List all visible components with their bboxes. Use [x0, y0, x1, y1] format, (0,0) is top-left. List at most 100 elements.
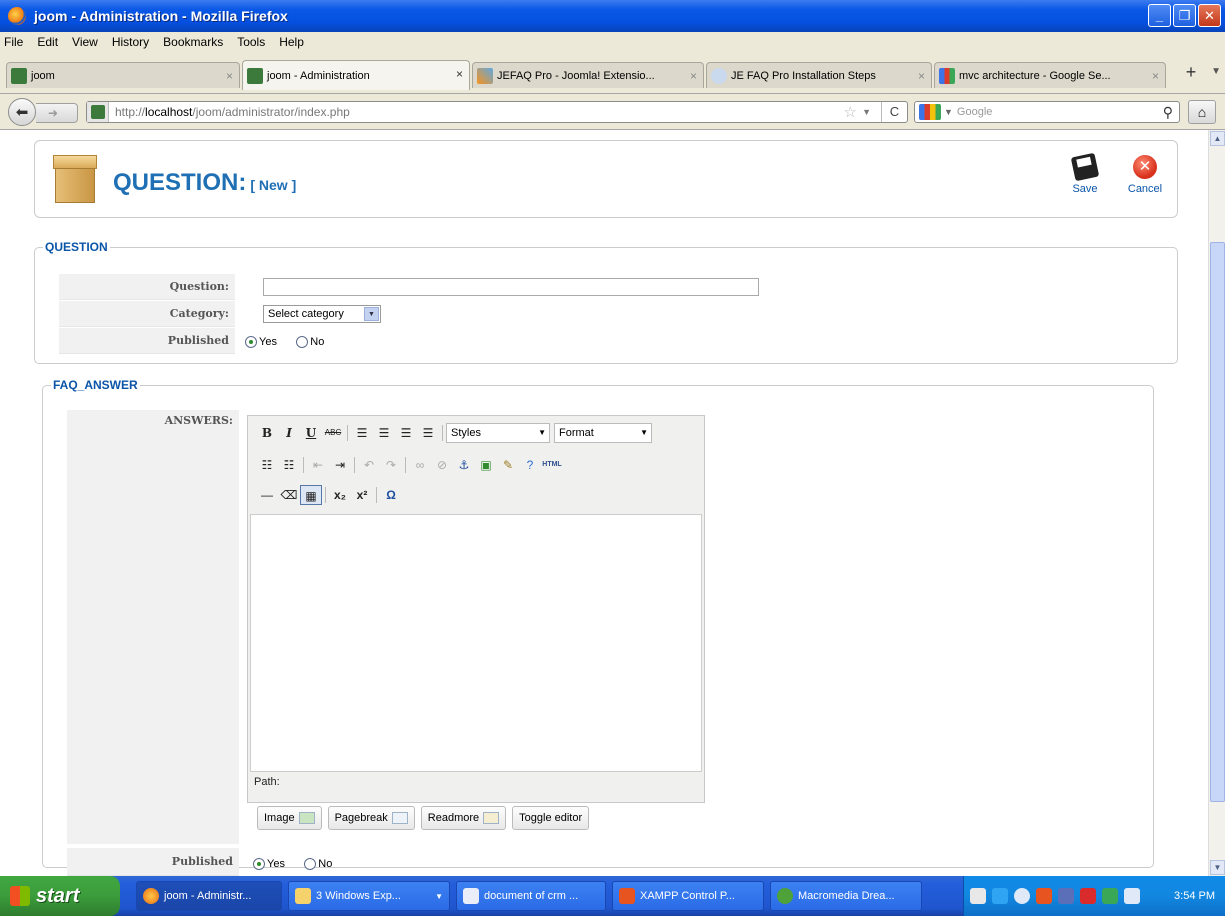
task-windows-explorer[interactable]: 3 Windows Exp... ▼	[288, 881, 450, 911]
link-icon[interactable]: ∞	[409, 455, 431, 475]
search-icon[interactable]: ⚲	[1163, 104, 1173, 121]
styles-select[interactable]: Styles ▼	[446, 423, 550, 443]
image-button[interactable]: Image	[257, 806, 322, 830]
tab-close-icon[interactable]: ×	[918, 69, 925, 83]
menu-history[interactable]: History	[112, 35, 149, 49]
category-select[interactable]: Select category ▼	[263, 305, 381, 323]
scroll-down-icon[interactable]: ▼	[1210, 860, 1225, 875]
app-tray-icon[interactable]	[1102, 888, 1118, 904]
search-tray-icon[interactable]	[1080, 888, 1096, 904]
undo-icon[interactable]: ↶	[358, 455, 380, 475]
reload-button[interactable]: C	[881, 102, 907, 122]
monitor-tray-icon[interactable]	[1058, 888, 1074, 904]
task-xampp[interactable]: XAMPP Control P...	[612, 881, 764, 911]
search-bar[interactable]: ▼ Google ⚲	[914, 101, 1180, 123]
special-character-icon[interactable]: Ω	[380, 485, 402, 505]
tab-list-icon[interactable]: ▼	[1211, 66, 1221, 77]
menu-file[interactable]: File	[4, 35, 23, 49]
tab-je-faq-installation[interactable]: JE FAQ Pro Installation Steps ×	[706, 62, 932, 88]
minimize-button[interactable]: _	[1148, 4, 1171, 27]
answer-published-no-radio[interactable]	[304, 857, 317, 870]
maximize-button[interactable]: ❐	[1173, 4, 1196, 27]
tab-joom[interactable]: joom ×	[6, 62, 240, 88]
tab-mvc-google[interactable]: mvc architecture - Google Se... ×	[934, 62, 1166, 88]
editor-content-area[interactable]	[250, 514, 702, 772]
pagebreak-button[interactable]: Pagebreak	[327, 806, 415, 830]
task-label: XAMPP Control P...	[640, 890, 735, 902]
align-center-icon[interactable]: ☰	[373, 423, 395, 443]
search-input[interactable]: Google	[957, 106, 992, 118]
bold-button[interactable]: B	[256, 423, 278, 443]
format-select[interactable]: Format ▼	[554, 423, 652, 443]
menu-bookmarks[interactable]: Bookmarks	[163, 35, 223, 49]
redo-icon[interactable]: ↷	[380, 455, 402, 475]
tab-close-icon[interactable]: ×	[456, 67, 463, 81]
underline-button[interactable]: U	[300, 423, 322, 443]
forward-button[interactable]: ➜	[36, 103, 78, 123]
tab-joom-administration[interactable]: joom - Administration ×	[242, 60, 470, 90]
align-right-icon[interactable]: ☰	[395, 423, 417, 443]
help-icon[interactable]: ?	[519, 455, 541, 475]
url-text[interactable]: http://localhost/joom/administrator/inde…	[115, 105, 350, 119]
network-tray-icon[interactable]	[992, 888, 1008, 904]
anchor-icon[interactable]: ⚓	[453, 455, 475, 475]
search-engine-dropdown-icon[interactable]: ▼	[944, 107, 953, 117]
new-tab-button[interactable]: +	[1179, 62, 1203, 88]
menu-tools[interactable]: Tools	[237, 35, 265, 49]
category-label: Category:	[59, 301, 235, 327]
save-button[interactable]: Save	[1065, 152, 1105, 195]
cleanup-icon[interactable]: ✎	[497, 455, 519, 475]
help-tray-icon[interactable]	[970, 888, 986, 904]
tab-close-icon[interactable]: ×	[1152, 69, 1159, 83]
bullet-list-icon[interactable]: ☷	[256, 455, 278, 475]
close-window-button[interactable]: ✕	[1198, 4, 1221, 27]
task-macromedia[interactable]: Macromedia Drea...	[770, 881, 922, 911]
url-history-dropdown-icon[interactable]: ▼	[862, 107, 871, 117]
vertical-scrollbar[interactable]: ▲ ▼	[1208, 130, 1225, 876]
indent-icon[interactable]: ⇥	[329, 455, 351, 475]
menu-help[interactable]: Help	[279, 35, 304, 49]
tab-close-icon[interactable]: ×	[226, 69, 233, 83]
subscript-icon[interactable]: x₂	[329, 485, 351, 505]
numbered-list-icon[interactable]: ☷	[278, 455, 300, 475]
home-button[interactable]: ⌂	[1188, 100, 1216, 124]
volume-tray-icon[interactable]	[1124, 888, 1140, 904]
insert-image-icon[interactable]: ▣	[475, 455, 497, 475]
scroll-up-icon[interactable]: ▲	[1210, 131, 1225, 146]
outdent-icon[interactable]: ⇤	[307, 455, 329, 475]
bookmark-star-icon[interactable]: ☆	[844, 103, 857, 121]
horizontal-rule-icon[interactable]: —	[256, 485, 278, 505]
align-left-icon[interactable]: ☰	[351, 423, 373, 443]
tab-close-icon[interactable]: ×	[690, 69, 697, 83]
tab-jefaq-pro[interactable]: JEFAQ Pro - Joomla! Extensio... ×	[472, 62, 704, 88]
remove-format-icon[interactable]: ⌫	[278, 485, 300, 505]
table-icon[interactable]: ▦	[300, 485, 322, 505]
html-source-button[interactable]: HTML	[541, 455, 563, 475]
task-document-crm[interactable]: document of crm ...	[456, 881, 606, 911]
superscript-icon[interactable]: x²	[351, 485, 373, 505]
back-button[interactable]: ⬅	[8, 98, 36, 126]
menu-edit[interactable]: Edit	[37, 35, 58, 49]
google-search-engine-icon[interactable]	[919, 104, 941, 120]
url-bar[interactable]: http://localhost/joom/administrator/inde…	[86, 101, 908, 123]
published-no-radio[interactable]	[296, 335, 309, 348]
joomla-favicon-icon	[247, 67, 263, 84]
answer-published-yes-radio[interactable]	[253, 857, 265, 870]
unlink-icon[interactable]: ⊘	[431, 455, 453, 475]
toggle-editor-button[interactable]: Toggle editor	[512, 806, 590, 830]
scroll-thumb[interactable]	[1210, 242, 1225, 802]
firefox-icon	[8, 7, 26, 25]
menu-view[interactable]: View	[72, 35, 98, 49]
readmore-button[interactable]: Readmore	[420, 806, 507, 830]
italic-button[interactable]: I	[278, 423, 300, 443]
collapse-tray-icon[interactable]	[1014, 888, 1030, 904]
cancel-button[interactable]: ✕ Cancel	[1125, 155, 1165, 195]
xampp-tray-icon[interactable]	[1036, 888, 1052, 904]
task-joom-administration[interactable]: joom - Administr...	[136, 881, 282, 911]
strikethrough-button[interactable]: ABC	[322, 423, 344, 443]
start-button[interactable]: start	[0, 876, 120, 916]
published-yes-radio[interactable]	[245, 335, 257, 348]
site-identity-icon[interactable]	[87, 102, 109, 122]
question-input[interactable]	[263, 278, 759, 296]
align-justify-icon[interactable]: ☰	[417, 423, 439, 443]
